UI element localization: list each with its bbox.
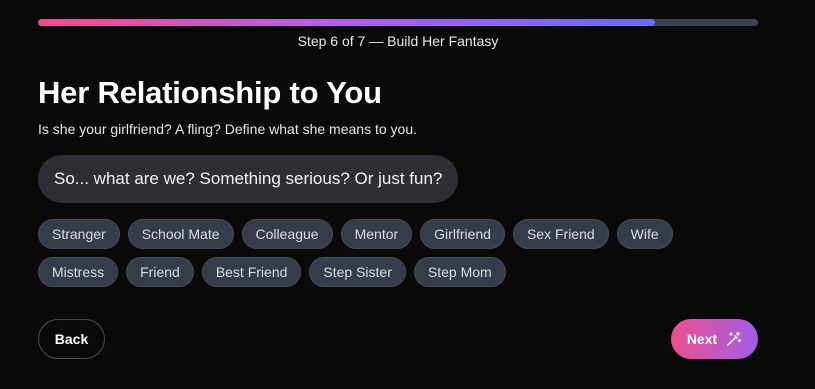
option-chip-colleague[interactable]: Colleague: [241, 219, 333, 249]
relationship-options-row-2: Mistress Friend Best Friend Step Sister …: [38, 257, 758, 287]
option-chip-sex-friend[interactable]: Sex Friend: [512, 219, 609, 249]
option-chip-wife[interactable]: Wife: [616, 219, 673, 249]
option-chip-mistress[interactable]: Mistress: [38, 257, 119, 287]
prompt-bubble: So... what are we? Something serious? Or…: [38, 155, 459, 203]
option-chip-best-friend[interactable]: Best Friend: [201, 257, 302, 287]
option-chip-mentor[interactable]: Mentor: [340, 219, 413, 249]
next-button[interactable]: Next: [671, 319, 758, 359]
option-chip-step-sister[interactable]: Step Sister: [309, 257, 406, 287]
next-button-label: Next: [686, 331, 718, 347]
option-chip-girlfriend[interactable]: Girlfriend: [420, 219, 505, 249]
option-chip-friend[interactable]: Friend: [126, 257, 194, 287]
step-label: Step 6 of 7 — Build Her Fantasy: [297, 33, 499, 49]
relationship-options-row-1: Stranger School Mate Colleague Mentor Gi…: [38, 219, 758, 249]
progress-bar: [38, 19, 758, 26]
back-button[interactable]: Back: [38, 319, 105, 359]
page-subtitle: Is she your girlfriend? A fling? Define …: [38, 121, 417, 137]
magic-wand-icon: [726, 331, 742, 347]
prompt-text: So... what are we? Something serious? Or…: [54, 169, 443, 188]
option-chip-stranger[interactable]: Stranger: [38, 219, 120, 249]
option-chip-school-mate[interactable]: School Mate: [127, 219, 234, 249]
onboarding-page: Step 6 of 7 — Build Her Fantasy Her Rela…: [0, 0, 815, 389]
option-chip-step-mom[interactable]: Step Mom: [413, 257, 506, 287]
page-title: Her Relationship to You: [38, 75, 382, 110]
progress-fill: [38, 19, 656, 26]
back-button-label: Back: [54, 331, 89, 347]
